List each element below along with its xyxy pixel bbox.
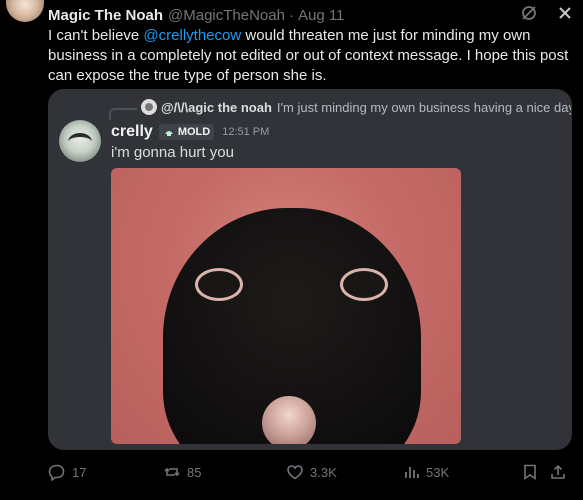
grok-icon[interactable]	[519, 3, 539, 23]
tweet-time[interactable]: Aug 11	[298, 7, 344, 24]
view-count: 53K	[426, 464, 450, 480]
views-icon	[402, 463, 420, 481]
views-button[interactable]: 53K	[402, 463, 449, 481]
reply-avatar	[141, 99, 157, 115]
role-badge: MOLD	[158, 124, 215, 140]
reply-text: I'm just minding my own business having …	[276, 99, 572, 115]
like-count: 3.3K	[310, 464, 337, 480]
tweet-text: I can't believe @crellythecow would thre…	[48, 26, 570, 86]
like-button[interactable]: 3.3K	[286, 463, 337, 481]
bookmark-icon	[521, 463, 539, 481]
role-icon	[163, 126, 175, 138]
author-name[interactable]: Magic The Noah	[48, 7, 163, 24]
author-handle[interactable]: @MagicTheNoah	[168, 7, 285, 24]
share-icon	[549, 463, 567, 481]
bookmark-button[interactable]	[521, 463, 539, 481]
reply-count: 17	[72, 464, 87, 480]
share-button[interactable]	[549, 463, 567, 481]
face-silhouette	[163, 208, 421, 444]
repost-button[interactable]: 85	[163, 463, 201, 481]
embedded-media[interactable]: @/\/\agic the noah I'm just minding my o…	[48, 89, 572, 450]
repost-count: 85	[187, 464, 202, 480]
message-text: i'm gonna hurt you	[111, 144, 234, 161]
left-eye	[195, 268, 243, 301]
heart-icon	[286, 463, 304, 481]
reply-button[interactable]: 17	[48, 463, 86, 481]
header-icons	[519, 3, 575, 23]
reply-icon	[48, 463, 66, 481]
repost-icon	[163, 463, 181, 481]
message-time: 12:51 PM	[222, 126, 270, 138]
mention-link[interactable]: @crellythecow	[143, 27, 241, 44]
role-label: MOLD	[177, 126, 211, 138]
message-header: crelly MOLD 12:51 PM	[111, 123, 269, 141]
tweet-text-before: I can't believe	[48, 27, 144, 44]
tweet-header: Magic The Noah @MagicTheNoah · Aug 11	[48, 5, 575, 25]
reply-username: @/\/\agic the noah	[161, 99, 272, 115]
discord-reply-reference: @/\/\agic the noah I'm just minding my o…	[141, 98, 572, 116]
message-image	[111, 168, 461, 444]
reply-connector	[109, 108, 137, 120]
separator: ·	[288, 6, 294, 24]
mouth	[262, 396, 316, 444]
message-avatar	[59, 120, 101, 162]
action-bar: 17 85 3.3K 53K	[48, 461, 570, 485]
close-icon[interactable]	[555, 3, 575, 23]
message-username: crelly	[111, 123, 153, 140]
author-avatar[interactable]	[6, 0, 44, 22]
right-eye	[340, 268, 388, 301]
